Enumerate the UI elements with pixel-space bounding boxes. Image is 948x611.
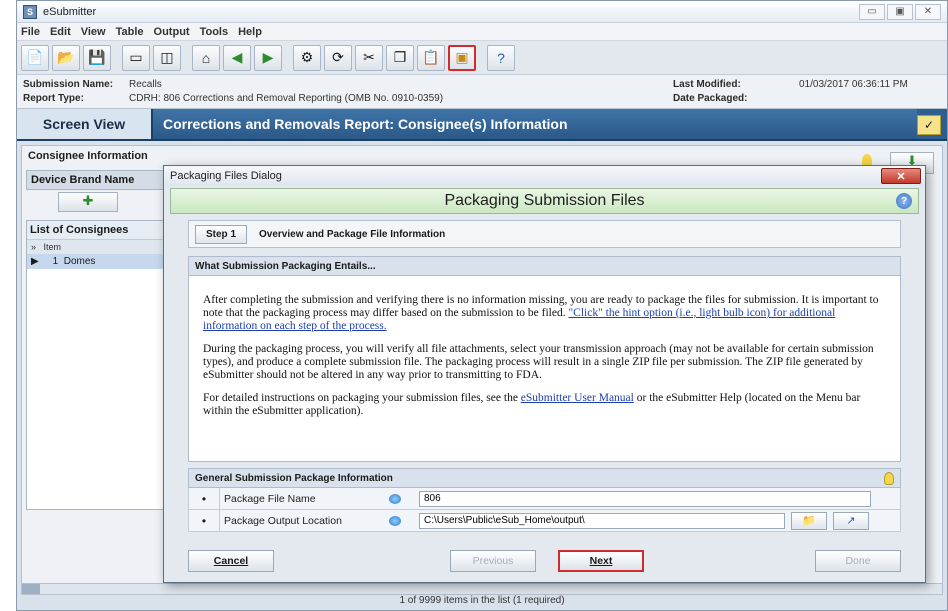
consignee-list-title: List of Consignees [27,221,175,240]
dialog-footer: Cancel Previous Next Done [170,546,919,576]
open-folder-icon[interactable]: ↗ [833,511,869,530]
bullet-icon: • [201,491,207,506]
submission-name-label: Submission Name: [23,79,114,90]
consignee-list: List of Consignees » Item ▶ 1 Domes [26,220,176,510]
paragraph-2: During the packaging process, you will v… [203,343,874,381]
submission-name-value: Recalls [129,79,162,90]
report-type-label: Report Type: [23,93,84,104]
scissors-icon[interactable]: ✂ [355,44,383,71]
app-icon: S [23,4,37,19]
report-type-value: CDRH: 806 Corrections and Removal Report… [129,93,444,104]
page-title: Corrections and Removals Report: Consign… [153,109,917,139]
title-bar: S eSubmitter ▭ ▣ ✕ [17,1,947,23]
screen-view-tab[interactable]: Screen View [17,109,153,139]
window-controls: ▭ ▣ ✕ [859,3,941,20]
user-manual-link[interactable]: eSubmitter User Manual [521,392,634,404]
help-icon[interactable]: ? [487,44,515,71]
package-output-location-input[interactable] [419,512,785,529]
packaging-dialog: Packaging Files Dialog ✕ Packaging Submi… [163,165,926,583]
step-title: Overview and Package File Information [259,228,446,240]
step-bar: Step 1 Overview and Package File Informa… [188,220,901,248]
hint-bulb-icon[interactable]: ✓ [917,115,941,135]
menu-file[interactable]: File [21,26,40,38]
list-item[interactable]: ▶ 1 Domes [27,254,175,269]
menu-help[interactable]: Help [238,26,262,38]
overview-text: After completing the submission and veri… [188,276,901,462]
paragraph-3: For detailed instructions on packaging y… [203,392,861,417]
help-icon[interactable]: ? [896,193,912,209]
home-icon[interactable]: ⌂ [192,44,220,71]
list-column-item: » Item [27,240,175,254]
nav-row: Screen View Corrections and Removals Rep… [17,109,947,141]
hint-bulb-icon[interactable] [884,472,894,485]
step-1-button[interactable]: Step 1 [195,224,248,244]
last-modified-value: 01/03/2017 06:36:11 PM [799,79,908,90]
done-button[interactable]: Done [815,550,901,572]
next-button[interactable]: Next [558,550,644,572]
window-title: eSubmitter [43,5,97,18]
refresh-icon[interactable]: ⟳ [324,44,352,71]
save-icon[interactable]: 💾 [83,44,111,71]
menu-output[interactable]: Output [154,26,190,38]
package-file-name-input[interactable] [419,490,871,507]
menu-table[interactable]: Table [116,26,144,38]
open-folder-icon[interactable]: 📂 [52,44,80,71]
toolbar: 📄 📂 💾 ▭ ◫ ⌂ ◀ ▶ ⚙ ⟳ ✂ ❐ 📋 ▣ ? [17,41,947,75]
copy-icon[interactable]: ❐ [386,44,414,71]
submission-info: Submission Name: Recalls Report Type: CD… [17,75,947,109]
menu-edit[interactable]: Edit [50,26,71,38]
settings-icon[interactable]: ⚙ [293,44,321,71]
device-brand-label: Device Brand Name [26,170,176,190]
package-output-location-row: • Package Output Location 📁 ↗ [188,510,901,532]
forward-arrow-icon[interactable]: ▶ [254,44,282,71]
dialog-title-bar: Packaging Files Dialog ✕ [164,166,925,186]
browse-folder-icon[interactable]: 📁 [791,511,827,530]
menu-tools[interactable]: Tools [200,26,229,38]
dialog-heading: Packaging Submission Files [444,192,645,209]
bullet-icon: • [201,513,207,528]
minimize-button[interactable]: ▭ [859,3,885,20]
menu-view[interactable]: View [81,26,106,38]
menu-bar: File Edit View Table Output Tools Help [17,23,947,41]
package-file-name-label: Package File Name [219,488,389,509]
dialog-close-button[interactable]: ✕ [881,168,921,184]
required-icon [389,493,401,504]
add-row-button[interactable]: ✚ [58,192,118,212]
split-view-icon[interactable]: ◫ [153,44,181,71]
package-output-location-label: Package Output Location [219,510,389,531]
general-info-heading: General Submission Package Information [188,468,901,488]
paste-icon[interactable]: 📋 [417,44,445,71]
last-modified-label: Last Modified: [673,79,741,90]
scrollbar-thumb[interactable] [22,584,40,594]
maximize-button[interactable]: ▣ [887,3,913,20]
required-icon [389,515,401,526]
close-window-button[interactable]: ✕ [915,3,941,20]
back-arrow-icon[interactable]: ◀ [223,44,251,71]
cancel-button[interactable]: Cancel [188,550,274,572]
dialog-header: Packaging Submission Files ? [170,188,919,214]
date-packaged-label: Date Packaged: [673,93,748,104]
paragraph-1: After completing the submission and veri… [203,294,879,332]
status-text: 1 of 9999 items in the list (1 required) [399,595,565,606]
package-icon[interactable]: ▣ [448,44,476,71]
dialog-title: Packaging Files Dialog [170,170,282,182]
section-heading: What Submission Packaging Entails... [188,256,901,276]
package-file-name-row: • Package File Name [188,488,901,510]
new-document-icon[interactable]: 📄 [21,44,49,71]
horizontal-scrollbar[interactable] [21,583,943,595]
consignee-section-title: Consignee Information [28,150,148,162]
layout-icon[interactable]: ▭ [122,44,150,71]
previous-button[interactable]: Previous [450,550,536,572]
